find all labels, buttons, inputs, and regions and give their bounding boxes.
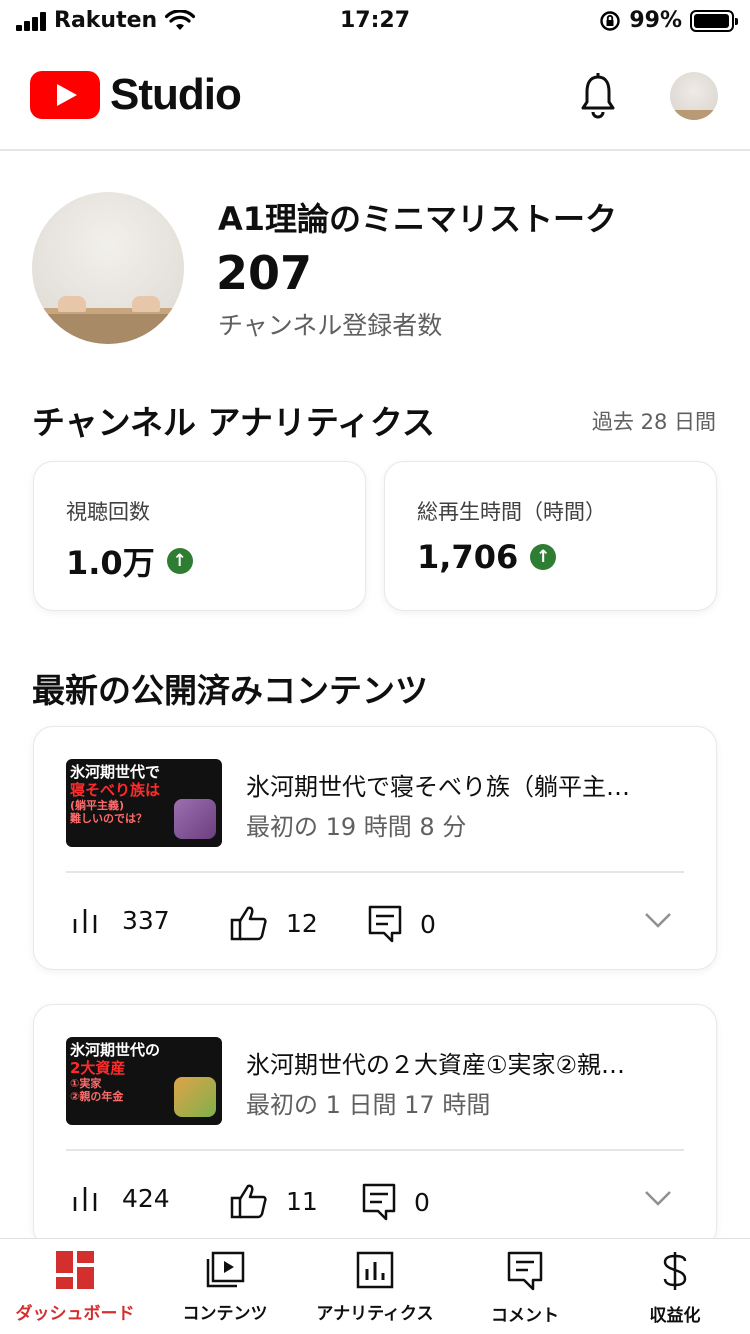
analytics-icon (356, 1251, 394, 1289)
nav-label: コンテンツ (182, 1304, 268, 1324)
views-count: 424 (122, 1183, 170, 1213)
video-card[interactable]: 氷河期世代の 2大資産 ①実家 ②親の年金 氷河期世代の２大資産①実家②親… 最… (33, 1004, 717, 1248)
comments-count: 0 (420, 909, 436, 939)
channel-avatar (32, 192, 184, 344)
nav-comments[interactable]: コメント (450, 1251, 600, 1326)
metric-value: 1.0万 (66, 544, 155, 582)
dollar-icon (663, 1252, 687, 1290)
nav-label: 収益化 (649, 1306, 701, 1326)
video-meta: 最初の 19 時間 8 分 (246, 813, 467, 841)
content-icon (206, 1251, 245, 1288)
thumbs-up-icon (230, 906, 267, 941)
comment-icon (507, 1251, 543, 1291)
metric-card-watch-time[interactable]: 総再生時間（時間） 1,706 ↑ (384, 461, 717, 611)
comments-stat: 0 (362, 1183, 430, 1221)
nav-analytics[interactable]: アナリティクス (300, 1251, 450, 1324)
subscriber-label: チャンネル登録者数 (218, 311, 443, 340)
comments-count: 0 (414, 1187, 430, 1217)
subscriber-count: 207 (216, 246, 313, 300)
battery-icon (690, 9, 738, 32)
thumbs-up-icon (230, 1184, 267, 1219)
metric-card-views[interactable]: 視聴回数 1.0万 ↑ (33, 461, 366, 611)
nav-monetization[interactable]: 収益化 (600, 1251, 750, 1326)
chevron-down-icon[interactable] (644, 1189, 672, 1207)
views-stat: 337 (72, 905, 170, 935)
divider (66, 1149, 684, 1151)
channel-name: A1理論のミニマリストーク (218, 200, 618, 238)
bottom-navigation: ダッシュボード コンテンツ アナリティクス コメント 収益化 (0, 1238, 750, 1334)
nav-label: アナリティクス (316, 1304, 434, 1324)
metric-value: 1,706 (417, 538, 519, 576)
thumbnail-text: 2大資産 (70, 1059, 126, 1077)
views-icon (73, 909, 97, 933)
likes-count: 11 (286, 1186, 318, 1216)
video-thumbnail[interactable]: 氷河期世代で 寝そべり族は (躺平主義) 難しいのでは？ (66, 759, 222, 847)
app-header: Studio (0, 44, 750, 151)
analytics-period: 過去 28 日間 (591, 410, 716, 434)
comments-stat: 0 (368, 905, 436, 943)
metric-label: 総再生時間（時間） (417, 500, 606, 524)
account-avatar[interactable] (670, 72, 718, 120)
likes-stat: 12 (230, 905, 318, 941)
nav-label: ダッシュボード (15, 1304, 135, 1324)
thumbnail-illustration (174, 799, 216, 839)
trend-up-icon: ↑ (530, 544, 557, 570)
comment-icon (368, 905, 402, 943)
rotation-lock-icon (600, 10, 621, 31)
logo-text: Studio (110, 70, 242, 119)
nav-label: コメント (491, 1306, 559, 1326)
comment-icon (362, 1183, 396, 1221)
views-count: 337 (122, 905, 170, 935)
video-thumbnail[interactable]: 氷河期世代の 2大資産 ①実家 ②親の年金 (66, 1037, 222, 1125)
divider (66, 871, 684, 873)
youtube-play-icon (30, 71, 100, 119)
status-bar: Rakuten 17:27 99% (0, 0, 750, 44)
nav-content[interactable]: コンテンツ (150, 1251, 300, 1324)
thumbnail-illustration (174, 1077, 216, 1117)
nav-dashboard[interactable]: ダッシュボード (0, 1251, 150, 1324)
dashboard-icon (56, 1251, 94, 1289)
thumbnail-text: 寝そべり族は (70, 781, 161, 799)
thumbnail-text: 氷河期世代で (70, 763, 161, 781)
views-stat: 424 (72, 1183, 170, 1213)
bell-icon[interactable] (578, 72, 618, 120)
video-card[interactable]: 氷河期世代で 寝そべり族は (躺平主義) 難しいのでは？ 氷河期世代で寝そべり族… (33, 726, 717, 970)
views-icon (73, 1187, 97, 1211)
metric-label: 視聴回数 (66, 500, 150, 524)
likes-stat: 11 (230, 1183, 318, 1219)
trend-up-icon: ↑ (166, 548, 193, 574)
chevron-down-icon[interactable] (644, 911, 672, 929)
video-title[interactable]: 氷河期世代の２大資産①実家②親… (246, 1045, 686, 1080)
status-right: 99% (599, 8, 738, 33)
latest-content-title: 最新の公開済みコンテンツ (32, 671, 428, 710)
battery-percent: 99% (629, 8, 682, 33)
likes-count: 12 (286, 908, 318, 938)
metric-value-row: 1.0万 ↑ (66, 538, 193, 584)
video-title[interactable]: 氷河期世代で寝そべり族（躺平主… (246, 767, 686, 802)
youtube-studio-logo[interactable]: Studio (30, 70, 242, 120)
thumbnail-text: 氷河期世代の (70, 1041, 161, 1059)
video-meta: 最初の 1 日間 17 時間 (246, 1091, 491, 1119)
analytics-title: チャンネル アナリティクス (32, 403, 435, 442)
metric-value-row: 1,706 ↑ (417, 538, 557, 576)
